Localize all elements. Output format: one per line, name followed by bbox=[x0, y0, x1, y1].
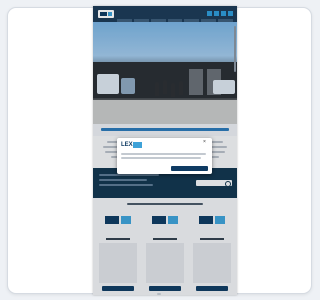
text-line bbox=[121, 157, 201, 159]
accept-button[interactable] bbox=[171, 166, 208, 171]
close-icon[interactable]: × bbox=[203, 140, 206, 145]
footer-indicator bbox=[157, 293, 161, 295]
text-line bbox=[121, 153, 206, 155]
cookie-consent-dialog: LEX × bbox=[117, 138, 212, 174]
cookie-settings-link[interactable] bbox=[121, 167, 145, 171]
dialog-logo-accent bbox=[133, 142, 142, 148]
dialog-body-text bbox=[121, 152, 208, 161]
website-screenshot: LEX × bbox=[93, 6, 237, 295]
dialog-logo: LEX bbox=[121, 142, 133, 148]
